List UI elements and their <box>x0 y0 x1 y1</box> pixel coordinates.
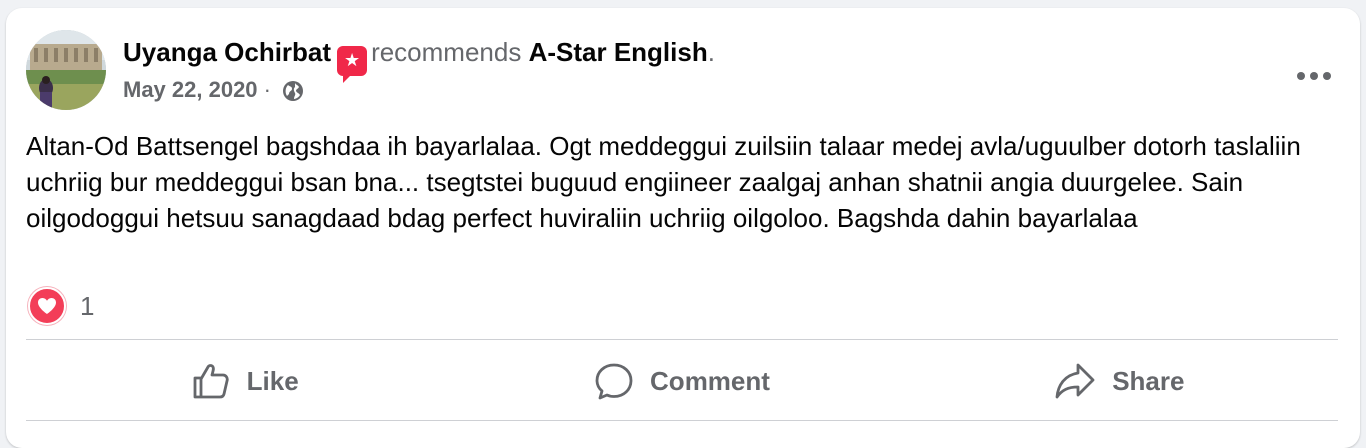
more-options-icon[interactable] <box>1292 54 1336 98</box>
recommend-star-icon: ★ <box>337 46 368 83</box>
avatar[interactable] <box>26 30 106 110</box>
more-dot <box>1323 72 1331 80</box>
share-label: Share <box>1112 365 1185 396</box>
reactions-summary[interactable]: 1 <box>28 286 94 326</box>
comment-bubble-icon <box>595 363 633 400</box>
comment-button[interactable]: Comment <box>463 344 900 418</box>
action-bar: Like Comment Share <box>26 344 1338 418</box>
recommends-text: recommends <box>371 37 522 67</box>
share-button[interactable]: Share <box>901 344 1338 418</box>
globe-icon[interactable] <box>281 79 305 103</box>
post-header: Uyanga Ochirbat ★ recommends A-Star Englis… <box>26 30 1340 112</box>
like-label: Like <box>246 365 299 396</box>
author-name[interactable]: Uyanga Ochirbat <box>123 37 331 67</box>
thumbs-up-icon <box>193 364 229 399</box>
avatar-photo <box>26 30 106 110</box>
author-line: Uyanga Ochirbat ★ recommends A-Star Englis… <box>123 36 715 83</box>
title-period: . <box>707 37 715 67</box>
post-date[interactable]: May 22, 2020 <box>123 77 258 102</box>
post-meta: May 22, 2020 · <box>123 76 305 104</box>
page-name-link[interactable]: A-Star English <box>529 37 708 67</box>
post-card: Uyanga Ochirbat ★ recommends A-Star Englis… <box>6 8 1360 448</box>
comment-label: Comment <box>650 365 770 396</box>
share-arrow-icon <box>1055 363 1095 399</box>
divider <box>26 420 1338 421</box>
divider <box>26 339 1338 340</box>
more-dot <box>1297 72 1305 80</box>
reaction-count[interactable]: 1 <box>80 291 94 322</box>
love-reaction-icon <box>28 287 66 325</box>
post-body-text: Altan-Od Battsengel bagshdaa ih bayarlal… <box>26 131 1301 233</box>
more-dot <box>1310 72 1318 80</box>
meta-separator: · <box>263 77 271 102</box>
like-button[interactable]: Like <box>26 344 463 418</box>
